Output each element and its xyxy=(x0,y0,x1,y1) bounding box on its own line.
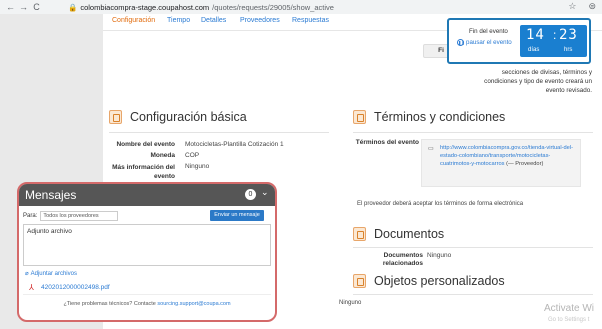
lock-icon: 🔒 xyxy=(68,2,78,12)
config-section-title: Configuración básica xyxy=(109,110,247,124)
messages-title: Mensajes xyxy=(25,188,77,202)
messages-panel: Mensajes 0 ⌄ Para: Todos los proveedores… xyxy=(17,182,277,322)
currency-label: Moneda xyxy=(150,152,175,159)
url-host: colombiacompra-stage.coupahost.com xyxy=(80,2,210,12)
to-label: Para: xyxy=(23,213,38,219)
pause-icon: ❚❚ xyxy=(457,39,465,46)
attach-text: Adjuntar archivos xyxy=(30,270,77,277)
recipient-input[interactable]: Todos los proveedores xyxy=(40,211,119,221)
divider xyxy=(109,132,329,133)
custom-objects-title-text: Objetos personalizados xyxy=(374,274,505,288)
custom-objects-icon xyxy=(353,274,366,288)
message-count-badge: 0 xyxy=(245,189,256,200)
revision-info-text: secciones de divisas, términos y condici… xyxy=(484,69,592,95)
days-label: días xyxy=(528,47,540,53)
attach-files-link[interactable]: ⌀ Adjuntar archivos xyxy=(25,270,77,278)
timer-label: Fin del evento xyxy=(469,28,508,35)
days-value: 14 xyxy=(526,27,545,43)
document-icon: ▭ xyxy=(428,146,434,152)
terms-section-title: Términos y condiciones xyxy=(353,110,505,124)
tab-respuestas[interactable]: Respuestas xyxy=(292,17,329,24)
tab-tiempo[interactable]: Tiempo xyxy=(167,17,190,24)
documents-section-title: Documentos xyxy=(353,227,444,241)
custom-objects-value: Ninguno xyxy=(339,300,362,306)
forward-icon[interactable]: → xyxy=(17,2,30,12)
recipient-row: Para: Todos los proveedores xyxy=(23,211,119,221)
browser-actions: ☆ ⊜ xyxy=(568,1,596,12)
documents-value: Ninguno xyxy=(427,252,452,259)
custom-objects-section-title: Objetos personalizados xyxy=(353,274,505,288)
support-prefix: ¿Tiene problemas técnicos? Contacte xyxy=(63,301,156,307)
back-icon[interactable]: ← xyxy=(4,2,17,12)
terms-note: El proveedor deberá aceptar los términos… xyxy=(357,201,524,207)
event-name-label: Nombre del evento xyxy=(116,141,175,148)
messages-header[interactable]: Mensajes 0 ⌄ xyxy=(19,184,275,206)
activate-windows-watermark: Activate Wi xyxy=(544,303,595,314)
url-path: /quotes/requests/29005/show_active xyxy=(212,2,334,12)
countdown-clock: 14 : 23 días hrs xyxy=(520,25,587,57)
event-timer: Fin del evento ❚❚ pausar el evento 14 : … xyxy=(447,18,591,64)
divider xyxy=(353,294,593,295)
pdf-icon: ⅄ xyxy=(29,283,34,292)
support-email-link[interactable]: sourcing.support@coupa.com xyxy=(157,301,230,307)
documents-title-text: Documentos xyxy=(374,227,445,241)
event-name-value: Motocicletas-Plantilla Cotización 1 xyxy=(185,141,284,148)
paperclip-icon: ⌀ xyxy=(25,271,29,277)
attached-file[interactable]: ⅄ 4202012000002498.pdf xyxy=(23,281,271,295)
browser-toolbar: ← → C 🔒 colombiacompra-stage.coupahost.c… xyxy=(0,0,602,14)
clock-colon: : xyxy=(553,28,557,42)
reload-icon[interactable]: C xyxy=(30,2,43,12)
documents-label: Documentos relacionados xyxy=(382,252,423,267)
more-info-value: Ninguno xyxy=(185,163,210,170)
pause-event-link[interactable]: ❚❚ pausar el evento xyxy=(457,39,512,46)
terms-label: Términos del evento xyxy=(355,139,419,146)
send-message-button[interactable]: Enviar un mensaje xyxy=(210,210,264,221)
activate-windows-subtext: Go to Settings t xyxy=(548,317,590,323)
bookmark-star-icon[interactable]: ☆ xyxy=(568,1,576,12)
file-name[interactable]: 4202012000002498.pdf xyxy=(41,284,110,291)
config-title-text: Configuración básica xyxy=(130,110,247,124)
address-bar[interactable]: 🔒 colombiacompra-stage.coupahost.com/quo… xyxy=(68,1,334,13)
currency-value: COP xyxy=(185,152,200,159)
more-info-label: Más información del evento xyxy=(112,164,175,180)
terms-title-text: Términos y condiciones xyxy=(374,110,506,124)
page: ← → C 🔒 colombiacompra-stage.coupahost.c… xyxy=(0,0,602,329)
terms-box: ▭ http://www.colombiacompra.gov.co/tiend… xyxy=(421,139,581,187)
tab-detalles[interactable]: Detalles xyxy=(201,17,226,24)
hours-value: 23 xyxy=(559,27,578,43)
settings-doc-icon xyxy=(109,110,122,124)
support-text: ¿Tiene problemas técnicos? Contacte sour… xyxy=(19,301,275,307)
provider-tag: (— Proveedor) xyxy=(506,161,544,168)
hours-label: hrs xyxy=(564,47,573,53)
extension-icon[interactable]: ⊜ xyxy=(588,1,596,12)
tab-configuracion[interactable]: Configuración xyxy=(112,17,155,24)
tab-proveedores[interactable]: Proveedores xyxy=(240,17,280,24)
documents-icon xyxy=(353,227,366,241)
terms-doc-icon xyxy=(353,110,366,124)
chevron-down-icon[interactable]: ⌄ xyxy=(261,187,269,198)
pause-text: pausar el evento xyxy=(466,39,512,46)
message-body-input[interactable]: Adjunto archivo xyxy=(23,224,271,266)
divider xyxy=(353,247,593,248)
divider xyxy=(353,132,593,133)
